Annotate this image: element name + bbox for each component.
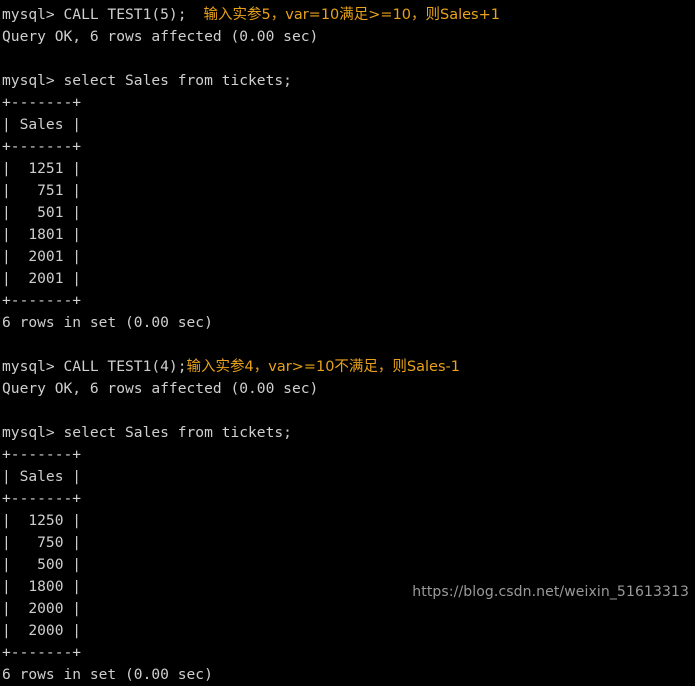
command-text: mysql> CALL TEST1(4); (2, 358, 187, 375)
watermark-url: https://blog.csdn.net/weixin_51613313 (412, 584, 689, 600)
table-header-border-2: +-------+ (2, 490, 82, 507)
command-text: mysql> CALL TEST1(5); (2, 6, 187, 23)
table-row: | 2001 | (2, 248, 82, 265)
command-line-call-test1-5: mysql> CALL TEST1(5); 输入实参5，var=10满足>=10… (0, 4, 695, 26)
command-line-select-sales-2: mysql> select Sales from tickets; (2, 424, 292, 441)
annotation-call-test1-4: 输入实参4，var>=10不满足，则Sales-1 (186, 359, 460, 375)
table-row: | 2001 | (2, 270, 82, 287)
table-header-border-1: +-------+ (2, 138, 82, 155)
terminal-window[interactable]: mysql> CALL TEST1(5); 输入实参5，var=10满足>=10… (0, 0, 695, 683)
rows-in-set-status-2: 6 rows in set (0.00 sec) (2, 666, 213, 683)
command-line-call-test1-4: mysql> CALL TEST1(4); 输入实参4，var>=10不满足，则… (0, 356, 695, 378)
table-row: | 750 | (2, 534, 82, 551)
table-row: | 2000 | (2, 622, 82, 639)
table-row: | 1801 | (2, 226, 82, 243)
annotation-call-test1-5: 输入实参5，var=10满足>=10，则Sales+1 (203, 7, 500, 23)
table-row: | 500 | (2, 556, 82, 573)
table-header-row-1: | Sales | (2, 116, 82, 133)
table-row: | 1251 | (2, 160, 82, 177)
table-bottom-border-1: +-------+ (2, 292, 82, 309)
table-top-border-1: +-------+ (2, 94, 82, 111)
table-row: | 2000 | (2, 600, 82, 617)
table-top-border-2: +-------+ (2, 446, 82, 463)
table-row: | 751 | (2, 182, 82, 199)
table-row: | 501 | (2, 204, 82, 221)
table-row: | 1250 | (2, 512, 82, 529)
query-result-status-2: Query OK, 6 rows affected (0.00 sec) (2, 380, 319, 397)
command-line-select-sales-1: mysql> select Sales from tickets; (2, 72, 292, 89)
table-header-row-2: | Sales | (2, 468, 82, 485)
table-bottom-border-2: +-------+ (2, 644, 82, 661)
rows-in-set-status-1: 6 rows in set (0.00 sec) (2, 314, 213, 331)
query-result-status-1: Query OK, 6 rows affected (0.00 sec) (2, 28, 319, 45)
